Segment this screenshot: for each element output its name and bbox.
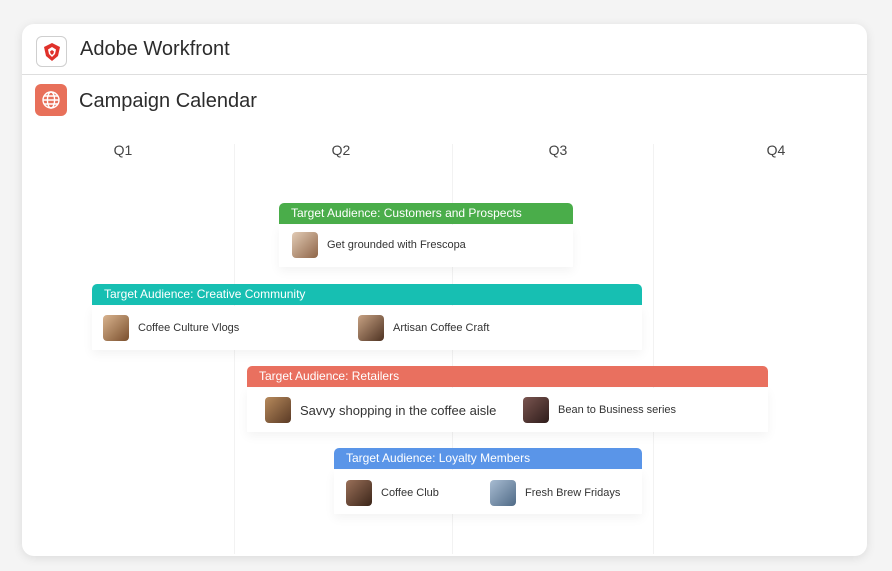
campaign-item[interactable]: Bean to Business series [523, 397, 676, 423]
quarter-header-q1: Q1 [113, 142, 133, 158]
campaign-label: Artisan Coffee Craft [393, 322, 490, 334]
campaign-label: Savvy shopping in the coffee aisle [300, 402, 497, 418]
campaign-item[interactable]: Artisan Coffee Craft [358, 315, 489, 341]
campaign-item[interactable]: Get grounded with Frescopa [292, 232, 466, 258]
quarter-divider [653, 144, 654, 554]
campaign-item[interactable]: Fresh Brew Fridays [490, 480, 620, 506]
campaign-label: Coffee Club [381, 487, 439, 499]
quarter-header-q3: Q3 [548, 142, 568, 158]
campaign-thumbnail-icon [292, 232, 318, 258]
audience-bar-loyalty-members[interactable]: Target Audience: Loyalty Members [334, 448, 642, 469]
audience-bar-retailers[interactable]: Target Audience: Retailers [247, 366, 768, 387]
quarter-header-q4: Q4 [766, 142, 786, 158]
campaign-thumbnail-icon [523, 397, 549, 423]
app-titlebar: Adobe Workfront [22, 24, 867, 75]
campaign-item[interactable]: Savvy shopping in the coffee aisle [265, 397, 496, 423]
campaign-item[interactable]: Coffee Club [346, 480, 439, 506]
campaign-thumbnail-icon [346, 480, 372, 506]
campaign-label: Bean to Business series [558, 404, 677, 416]
campaign-thumbnail-icon [103, 315, 129, 341]
app-window: Adobe Workfront Campaign Calendar Q1 Q2 … [22, 24, 867, 556]
app-title: Adobe Workfront [80, 38, 230, 60]
campaign-item[interactable]: Coffee Culture Vlogs [103, 315, 239, 341]
campaign-label: Get grounded with Frescopa [327, 239, 466, 251]
page-title: Campaign Calendar [79, 90, 257, 112]
globe-icon [35, 84, 67, 116]
quarter-header-q2: Q2 [331, 142, 351, 158]
audience-bar-customers-and-prospects[interactable]: Target Audience: Customers and Prospects [279, 203, 573, 224]
campaign-label: Fresh Brew Fridays [525, 487, 621, 499]
campaign-thumbnail-icon [490, 480, 516, 506]
campaign-label: Coffee Culture Vlogs [138, 322, 240, 334]
campaign-thumbnail-icon [265, 397, 291, 423]
audience-bar-creative-community[interactable]: Target Audience: Creative Community [92, 284, 642, 305]
workfront-logo-icon[interactable] [36, 36, 67, 67]
campaign-thumbnail-icon [358, 315, 384, 341]
